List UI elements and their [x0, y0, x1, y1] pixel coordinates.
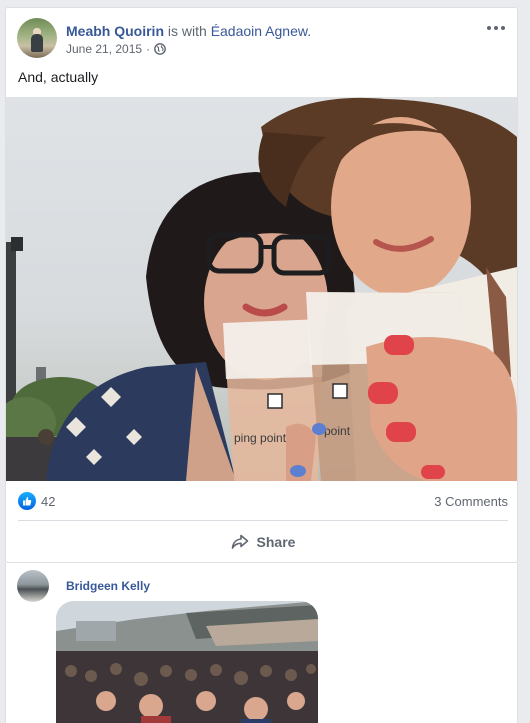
post-photo[interactable]: ping point point: [6, 97, 517, 481]
post-meta: June 21, 2015 ·: [66, 42, 166, 56]
meta-separator: ·: [146, 42, 151, 56]
reaction-summary: 42 3 Comments: [18, 492, 508, 512]
with-text: is with: [167, 23, 207, 39]
commenter-name[interactable]: Bridgeen Kelly: [66, 579, 150, 593]
more-options-icon[interactable]: [485, 20, 507, 36]
author-name[interactable]: Meabh Quoirin: [66, 23, 164, 39]
comments-count[interactable]: 3 Comments: [434, 494, 508, 509]
post-card: Meabh Quoirin is with Éadaoin Agnew. Jun…: [5, 7, 518, 563]
author-avatar[interactable]: [17, 18, 57, 58]
post-date[interactable]: June 21, 2015: [66, 42, 142, 56]
globe-icon[interactable]: [154, 43, 166, 55]
tagged-person[interactable]: Éadaoin Agnew.: [211, 23, 311, 39]
post-body: And, actually: [18, 69, 99, 85]
like-reaction-icon[interactable]: [18, 492, 36, 510]
comment: Bridgeen Kelly: [5, 563, 518, 723]
like-count[interactable]: 42: [41, 494, 55, 509]
post-header: Meabh Quoirin is with Éadaoin Agnew. Jun…: [17, 18, 507, 60]
divider: [18, 520, 508, 521]
cup-text-left: ping point: [234, 431, 287, 445]
share-button[interactable]: Share: [18, 526, 508, 558]
share-label: Share: [256, 534, 296, 550]
share-icon: [231, 534, 248, 549]
cup-text-right: point: [324, 424, 351, 438]
post-title-line: Meabh Quoirin is with Éadaoin Agnew.: [66, 23, 311, 39]
comment-photo[interactable]: [56, 601, 318, 723]
commenter-avatar[interactable]: [17, 570, 49, 602]
